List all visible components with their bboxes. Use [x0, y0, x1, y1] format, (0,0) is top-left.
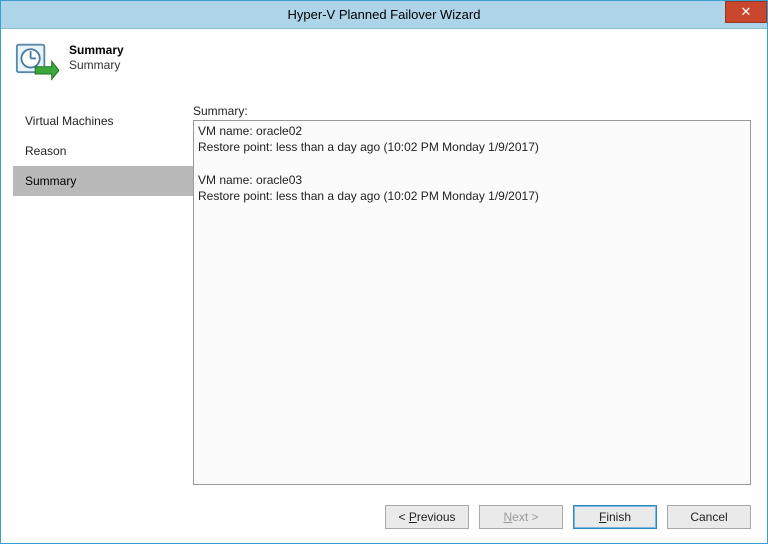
wizard-window: Hyper-V Planned Failover Wizard ✕ Summar… — [0, 0, 768, 544]
wizard-footer: < Previous Next > Finish Cancel — [1, 491, 767, 543]
wizard-body: Virtual Machines Reason Summary Summary:… — [1, 98, 767, 491]
wizard-sidebar: Virtual Machines Reason Summary — [1, 98, 193, 491]
sidebar-item-reason[interactable]: Reason — [19, 136, 193, 166]
next-button: Next > — [479, 505, 563, 529]
btn-text: Cancel — [690, 510, 727, 524]
close-icon: ✕ — [741, 4, 752, 20]
summary-icon — [15, 41, 59, 88]
close-button[interactable]: ✕ — [725, 1, 767, 23]
window-title: Hyper-V Planned Failover Wizard — [1, 7, 767, 22]
sidebar-item-summary[interactable]: Summary — [13, 166, 193, 196]
header-text: Summary Summary — [69, 41, 124, 72]
btn-text: Next > — [503, 510, 538, 524]
btn-text: < Previous — [398, 510, 455, 524]
previous-button[interactable]: < Previous — [385, 505, 469, 529]
wizard-header: Summary Summary — [1, 29, 767, 98]
summary-label: Summary: — [193, 104, 751, 118]
finish-button[interactable]: Finish — [573, 505, 657, 529]
header-subtitle: Summary — [69, 58, 124, 72]
wizard-main: Summary: VM name: oracle02 Restore point… — [193, 98, 767, 491]
header-title: Summary — [69, 43, 124, 57]
cancel-button[interactable]: Cancel — [667, 505, 751, 529]
titlebar: Hyper-V Planned Failover Wizard ✕ — [1, 1, 767, 29]
summary-textbox[interactable]: VM name: oracle02 Restore point: less th… — [193, 120, 751, 485]
btn-text: Finish — [599, 510, 631, 524]
sidebar-item-virtual-machines[interactable]: Virtual Machines — [19, 106, 193, 136]
